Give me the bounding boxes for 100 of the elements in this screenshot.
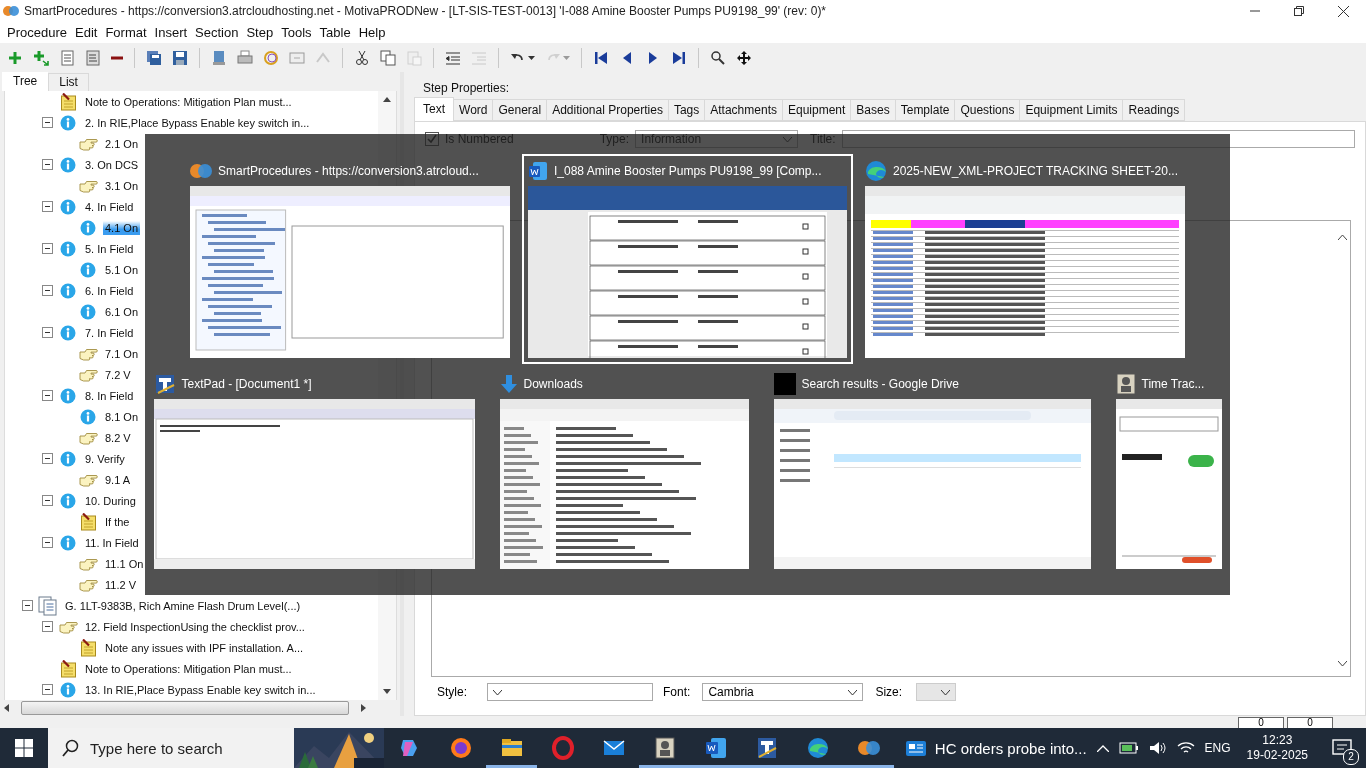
down-arrow-icon [383, 689, 391, 694]
menu-item[interactable]: Procedure [3, 25, 71, 40]
tree-item[interactable]: 3. On DCS [83, 157, 141, 172]
left-arrow-icon [4, 704, 9, 712]
tree-item[interactable]: 8. In Field [83, 388, 136, 403]
collapse-toggle[interactable] [42, 327, 53, 338]
properties-tab[interactable]: Tags [668, 99, 706, 121]
tree-item[interactable]: 7. In Field [83, 325, 136, 340]
menu-item[interactable]: Edit [71, 25, 102, 40]
window-card[interactable]: TextPad - [Document1 *] [147, 367, 481, 575]
properties-tab[interactable]: Additional Properties [547, 99, 669, 121]
properties-tab[interactable]: Word [454, 99, 494, 121]
pointing-hand-icon [58, 619, 78, 634]
copy-icon [380, 49, 396, 66]
collapse-toggle[interactable] [42, 621, 53, 632]
tree-item[interactable]: 9.1 A [103, 472, 133, 487]
list-icon [85, 49, 101, 66]
download-arrow-icon [499, 374, 518, 394]
tree-item[interactable]: 12. Field InspectionUsing the checklist prov... [83, 619, 307, 634]
collapse-toggle[interactable] [42, 537, 53, 548]
tree-item[interactable]: 7.1 On [103, 346, 141, 361]
collapse-toggle[interactable] [42, 453, 53, 464]
panel-icon [289, 49, 305, 66]
clock-button[interactable]: 12:23 19-02-2025 [1240, 733, 1314, 763]
tree-item[interactable]: 4.1 On [103, 220, 141, 235]
window-card[interactable]: SmartProcedures - https://conversion3.atrcloud... [184, 154, 516, 364]
tree-item[interactable]: G. 1LT-9383B, Rich Amine Flash Drum Level(...) [63, 598, 303, 613]
collapse-toggle[interactable] [22, 600, 33, 611]
pointing-hand-icon [78, 556, 98, 571]
note-icon [79, 512, 97, 531]
collapse-toggle[interactable] [42, 495, 53, 506]
search-field[interactable]: Type here to search [48, 728, 384, 768]
collapse-toggle[interactable] [42, 285, 53, 296]
menu-item[interactable]: Tools [277, 25, 316, 40]
collapse-toggle[interactable] [42, 201, 53, 212]
note-icon [59, 659, 77, 678]
properties-tab[interactable]: Text [414, 97, 454, 121]
window-card[interactable]: Downloads [493, 367, 755, 575]
properties-tab[interactable]: Readings [1123, 99, 1186, 121]
collapse-toggle[interactable] [42, 117, 53, 128]
tree-item[interactable]: 3.1 On [103, 178, 141, 193]
tree-item[interactable]: 8.1 On [103, 409, 141, 424]
menu-item[interactable]: Section [191, 25, 243, 40]
menu-item[interactable]: Table [315, 25, 355, 40]
window-card[interactable]: Search results - Google Drive [767, 367, 1097, 575]
windows-logo-icon [15, 739, 33, 757]
tree-item[interactable]: If the [103, 514, 132, 529]
tree-item[interactable]: 7.2 V [103, 367, 133, 382]
tree-item[interactable]: 2. In RIE,Place Bypass Enable key switch in... [83, 115, 312, 130]
tree-item[interactable]: 10. During [83, 493, 138, 508]
tree-item[interactable]: 11.1 On [103, 556, 146, 571]
tree-item[interactable]: 5. In Field [83, 241, 136, 256]
blob-logo-icon [190, 163, 212, 179]
properties-tab[interactable]: Equipment [782, 99, 852, 121]
font-dropdown[interactable]: Cambria [702, 683, 864, 701]
collapse-toggle[interactable] [42, 243, 53, 254]
properties-tab[interactable]: Template [895, 99, 956, 121]
tree-item[interactable]: 13. In RIE,Place Bypass Enable key switch in... [83, 682, 318, 697]
tree-item[interactable]: Note to Operations: Mitigation Plan must... [83, 661, 294, 676]
tree-item[interactable]: 8.2 V [103, 430, 133, 445]
language-indicator[interactable]: ENG [1204, 741, 1231, 755]
properties-tab[interactable]: Questions [955, 99, 1021, 121]
tree-item[interactable]: 4. In Field [83, 199, 136, 214]
panel-tab[interactable]: List [48, 73, 89, 91]
window-card[interactable]: 2025-NEW_XML-PROJECT TRACKING SHEET-20... [859, 154, 1191, 364]
scrollbar[interactable] [4, 700, 366, 716]
ring-logo-icon [550, 735, 575, 760]
properties-tab[interactable]: Attachments [705, 99, 783, 121]
tree-item[interactable]: Note to Operations: Mitigation Plan must... [83, 94, 294, 109]
collapse-toggle[interactable] [42, 159, 53, 170]
news-widget[interactable]: HC orders probe into... [894, 739, 1097, 757]
tree-item[interactable]: 9. Verify [83, 451, 127, 466]
tree-item[interactable]: 6.1 On [103, 304, 141, 319]
info-icon [60, 387, 76, 404]
menu-item[interactable]: Format [101, 25, 151, 40]
square-icon [773, 373, 796, 395]
news-icon [904, 739, 927, 757]
note-icon [79, 638, 97, 657]
collapse-toggle[interactable] [42, 684, 53, 695]
menu-item[interactable]: Insert [150, 25, 192, 40]
caret-icon [493, 689, 502, 695]
menu-item[interactable]: Help [354, 25, 390, 40]
collapse-toggle[interactable] [42, 390, 53, 401]
tree-item[interactable]: 5.1 On [103, 262, 141, 277]
tree-item[interactable]: 2.1 On [103, 136, 141, 151]
window-card[interactable]: Time Trac... [1109, 367, 1228, 575]
tree-item[interactable]: Note any issues with IPF installation. A... [103, 640, 306, 655]
tree-item[interactable]: 11.2 V [103, 577, 138, 592]
find-icon [710, 49, 726, 66]
properties-tab[interactable]: General [493, 99, 548, 121]
properties-tab[interactable]: Equipment Limits [1020, 99, 1124, 121]
properties-tab[interactable]: Bases [851, 99, 896, 121]
first-icon [593, 49, 609, 66]
close-icon [1338, 5, 1349, 17]
panel-tab[interactable]: Tree [2, 72, 49, 91]
notifications-button[interactable]: 2 [1324, 730, 1360, 766]
tree-item[interactable]: 6. In Field [83, 283, 136, 298]
menu-item[interactable]: Step [242, 25, 278, 40]
tree-item[interactable]: 11. In Field [83, 535, 141, 550]
window-card[interactable]: I_088 Amine Booster Pumps PU9198_99 [Comp... [522, 154, 853, 364]
